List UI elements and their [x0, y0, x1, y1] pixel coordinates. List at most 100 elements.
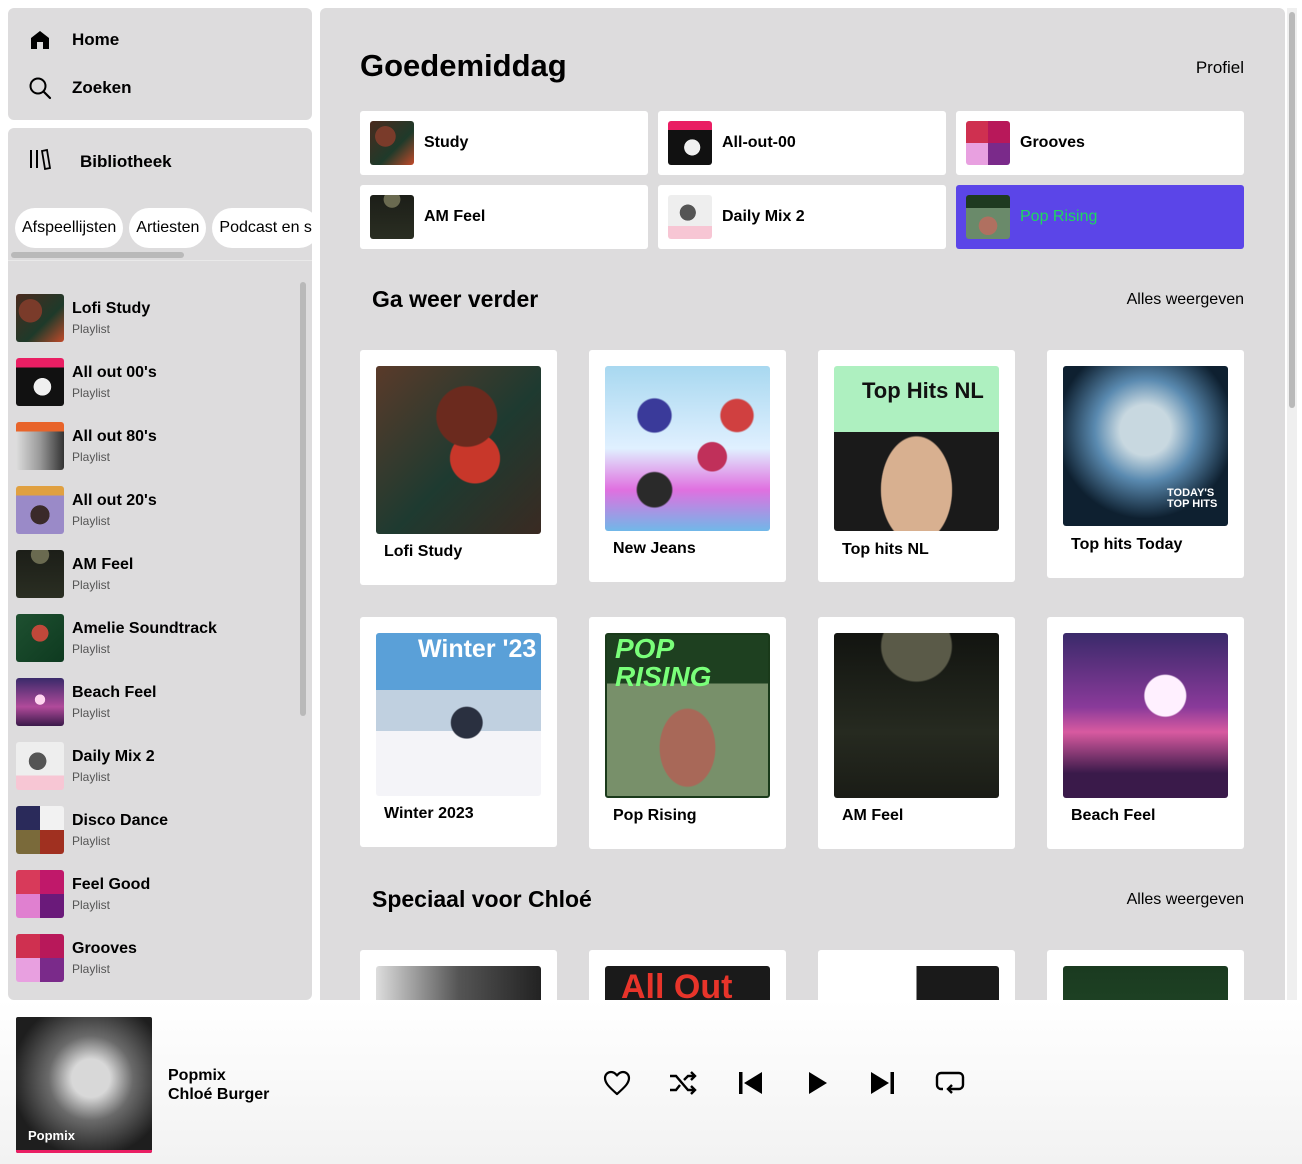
card-am-feel[interactable]: AM Feel	[818, 617, 1015, 849]
card-partial[interactable]	[1047, 950, 1244, 1000]
now-playing-artist[interactable]: Chloé Burger	[168, 1086, 269, 1104]
list-item-subtitle: Playlist	[72, 706, 111, 720]
tile-label: Daily Mix 2	[722, 208, 805, 225]
list-item-title: AM Feel	[72, 556, 134, 573]
previous-button[interactable]	[734, 1066, 766, 1100]
playlist-cover	[16, 678, 64, 726]
see-all-link[interactable]: Alles weergeven	[1127, 291, 1244, 309]
library-filters: Afspeellijsten Artiesten Podcast en s	[15, 208, 312, 248]
card-top-hits-nl[interactable]: Top Hits NL Top hits NL	[818, 350, 1015, 582]
list-item[interactable]: Grooves Playlist	[16, 926, 296, 990]
cover-text: Top Hits NL	[862, 378, 984, 403]
see-all-link[interactable]: Alles weergeven	[1127, 891, 1244, 909]
skip-forward-icon	[871, 1072, 894, 1094]
main-scrollbar-track[interactable]	[1287, 8, 1297, 1000]
library-panel: Bibliotheek Afspeellijsten Artiesten Pod…	[8, 128, 312, 1000]
library-title: Bibliotheek	[80, 151, 172, 171]
list-item[interactable]: AM Feel Playlist	[16, 542, 296, 606]
card-beach-feel[interactable]: Beach Feel	[1047, 617, 1244, 849]
list-item[interactable]: All out 00's Playlist	[16, 350, 296, 414]
card-title: Top hits NL	[842, 541, 929, 558]
card-top-hits-today[interactable]: TODAY'S TOP HITS Top hits Today	[1047, 350, 1244, 578]
card-pop-rising[interactable]: POP RISING Pop Rising	[589, 617, 786, 849]
repeat-button[interactable]	[934, 1066, 966, 1100]
play-icon	[809, 1072, 827, 1094]
filter-chip-artists[interactable]: Artiesten	[129, 208, 207, 248]
list-item-subtitle: Playlist	[72, 386, 111, 400]
profile-link[interactable]: Profiel	[1196, 58, 1244, 78]
shuffle-button[interactable]	[667, 1066, 699, 1100]
list-item[interactable]: All out 80's Playlist	[16, 414, 296, 478]
card-cover: Winter '23	[376, 633, 541, 796]
card-cover	[1063, 966, 1228, 1000]
section-title-for-you: Speciaal voor Chloé	[372, 886, 592, 912]
repeat-icon	[935, 1071, 965, 1094]
main-scrollbar-thumb[interactable]	[1289, 12, 1295, 408]
filter-chip-podcasts[interactable]: Podcast en s	[212, 208, 312, 248]
list-item-title: Disco Dance	[72, 812, 169, 829]
playlist-cover	[16, 806, 64, 854]
quick-tile-am-feel[interactable]: AM Feel	[360, 185, 648, 249]
card-title: Lofi Study	[384, 543, 463, 560]
play-button[interactable]	[801, 1066, 833, 1100]
nav-home[interactable]: Home	[28, 28, 119, 52]
player-bar: Popmix Popmix Chloé Burger	[0, 1000, 1302, 1164]
list-item-subtitle: Playlist	[72, 962, 111, 976]
list-item-title: All out 20's	[72, 492, 157, 509]
card-winter-2023[interactable]: Winter '23 Winter 2023	[360, 617, 557, 847]
card-cover	[834, 633, 999, 798]
now-playing-cover[interactable]: Popmix	[16, 1017, 152, 1153]
nav-search[interactable]: Zoeken	[28, 76, 132, 100]
list-item[interactable]: All out 20's Playlist	[16, 478, 296, 542]
card-cover: All Out	[605, 966, 770, 1000]
filter-chip-playlists[interactable]: Afspeellijsten	[15, 208, 124, 248]
list-item[interactable]: Disco Dance Playlist	[16, 798, 296, 862]
library-header[interactable]: Bibliotheek	[28, 148, 172, 175]
tile-cover	[966, 121, 1010, 165]
tile-cover	[668, 195, 712, 239]
list-item-subtitle: Playlist	[72, 514, 111, 528]
tile-label: Grooves	[1020, 134, 1085, 151]
playlist-cover	[16, 422, 64, 470]
list-item-title: Beach Feel	[72, 684, 157, 701]
now-playing-title[interactable]: Popmix	[168, 1067, 226, 1085]
list-item[interactable]: Daily Mix 2 Playlist	[16, 734, 296, 798]
tile-label: Pop Rising	[1020, 208, 1098, 225]
library-list: Lofi Study Playlist All out 00's Playlist …	[16, 286, 296, 990]
tile-label: Study	[424, 134, 469, 151]
quick-tile-daily-mix-2[interactable]: Daily Mix 2	[658, 185, 946, 249]
card-partial[interactable]: All Out	[589, 950, 786, 1000]
list-item[interactable]: Amelie Soundtrack Playlist	[16, 606, 296, 670]
card-cover: Top Hits NL	[834, 366, 999, 531]
section-title-continue: Ga weer verder	[372, 286, 539, 312]
search-icon	[28, 76, 52, 100]
card-partial[interactable]	[360, 950, 557, 1000]
filters-scrollbar[interactable]	[11, 252, 184, 258]
card-lofi-study[interactable]: Lofi Study	[360, 350, 557, 585]
quick-tile-all-out-00[interactable]: All-out-00	[658, 111, 946, 175]
divider	[8, 260, 312, 261]
playlist-cover	[16, 934, 64, 982]
like-button[interactable]	[601, 1066, 633, 1100]
quick-tile-pop-rising[interactable]: Pop Rising	[956, 185, 1244, 249]
home-icon	[28, 28, 52, 52]
quick-tile-grooves[interactable]: Grooves	[956, 111, 1244, 175]
list-item-subtitle: Playlist	[72, 770, 111, 784]
tile-label: All-out-00	[722, 134, 796, 151]
card-new-jeans[interactable]: New Jeans	[589, 350, 786, 582]
list-item[interactable]: Lofi Study Playlist	[16, 286, 296, 350]
list-item[interactable]: Feel Good Playlist	[16, 862, 296, 926]
skip-back-icon	[739, 1072, 762, 1094]
card-title: Winter 2023	[384, 805, 474, 822]
list-item[interactable]: Beach Feel Playlist	[16, 670, 296, 734]
library-scrollbar[interactable]	[300, 282, 306, 716]
list-item-title: All out 80's	[72, 428, 157, 445]
quick-tile-study[interactable]: Study	[360, 111, 648, 175]
tile-label: AM Feel	[424, 208, 486, 225]
card-partial[interactable]	[818, 950, 1015, 1000]
card-cover	[376, 966, 541, 1000]
tile-cover	[370, 121, 414, 165]
list-item-title: Daily Mix 2	[72, 748, 155, 765]
nav-search-label: Zoeken	[72, 78, 132, 97]
next-button[interactable]	[867, 1066, 899, 1100]
